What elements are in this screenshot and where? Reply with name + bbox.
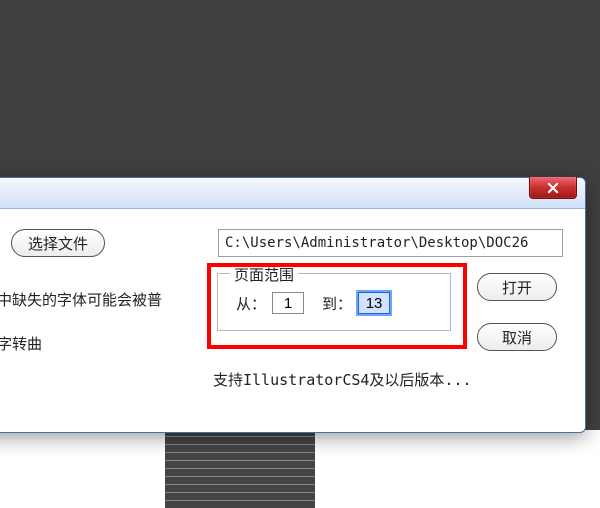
close-button[interactable] <box>529 177 577 199</box>
missing-fonts-hint-line2: 字转曲 <box>0 333 42 354</box>
page-range-group: 页面范围 从： 到： <box>217 273 451 331</box>
missing-fonts-hint-line1: 中缺失的字体可能会被普 <box>0 289 162 310</box>
open-button[interactable]: 打开 <box>477 273 557 301</box>
file-dialog: 选择文件 C:\Users\Administrator\Desktop\DOC2… <box>0 177 586 433</box>
from-input[interactable] <box>272 292 304 314</box>
to-input[interactable] <box>358 292 390 314</box>
page-range-legend: 页面范围 <box>230 264 298 285</box>
page-range-row: 从： 到： <box>236 292 390 314</box>
close-icon <box>547 182 559 194</box>
support-text: 支持IllustratorCS4及以后版本... <box>213 369 472 390</box>
titlebar <box>0 178 585 209</box>
file-path-field[interactable]: C:\Users\Administrator\Desktop\DOC26 <box>218 229 563 257</box>
cancel-button[interactable]: 取消 <box>477 323 557 351</box>
from-label: 从： <box>236 293 266 314</box>
select-file-button[interactable]: 选择文件 <box>11 229 105 257</box>
to-label: 到： <box>322 293 352 314</box>
dialog-body: 选择文件 C:\Users\Administrator\Desktop\DOC2… <box>0 209 585 431</box>
app-background-panel <box>165 430 315 508</box>
